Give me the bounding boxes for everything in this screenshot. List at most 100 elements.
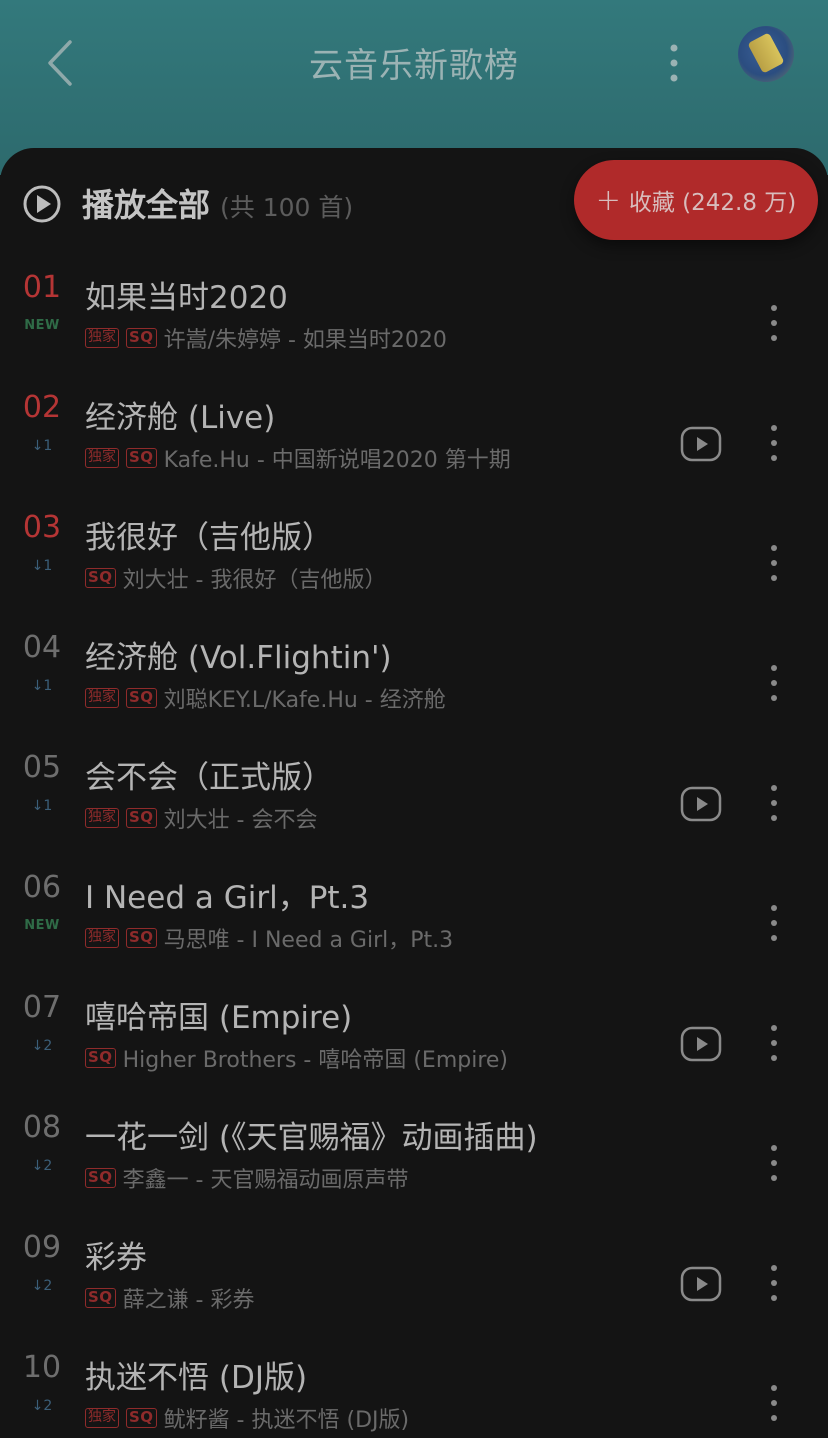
song-subtitle: 独家 SQ 马思唯 - I Need a Girl，Pt.3 [85, 922, 453, 954]
song-row[interactable]: 09 ↓2 彩券 SQ 薛之谦 - 彩券 [0, 1226, 828, 1346]
plus-icon: + [595, 182, 621, 218]
song-row[interactable]: 08 ↓2 一花一剑 (《天官赐福》动画插曲) SQ 李鑫一 - 天官赐福动画原… [0, 1106, 828, 1226]
video-play-icon[interactable] [680, 1266, 722, 1302]
song-row[interactable]: 07 ↓2 嘻哈帝国 (Empire) SQ Higher Brothers -… [0, 986, 828, 1106]
exclusive-tag: 独家 [85, 688, 119, 708]
exclusive-tag: 独家 [85, 448, 119, 468]
artist-album: 鱿籽酱 - 执迷不悟 (DJ版) [163, 1408, 410, 1433]
song-row[interactable]: 10 ↓2 执迷不悟 (DJ版) 独家 SQ 鱿籽酱 - 执迷不悟 (DJ版) [0, 1346, 828, 1438]
sq-tag: SQ [85, 1168, 116, 1188]
row-more-icon[interactable] [760, 1018, 788, 1068]
collect-label: 收藏 (242.8 万) [628, 190, 797, 216]
row-more-icon[interactable] [760, 538, 788, 588]
song-title: 我很好（吉他版） [85, 520, 333, 556]
trend-badge: ↓2 [31, 1038, 53, 1054]
song-subtitle: SQ 刘大壮 - 我很好（吉他版） [85, 562, 387, 594]
song-rank: 07 [22, 990, 62, 1025]
song-title: 一花一剑 (《天官赐福》动画插曲) [85, 1120, 538, 1156]
song-subtitle: 独家 SQ 许嵩/朱婷婷 - 如果当时2020 [85, 322, 447, 354]
song-rank: 04 [22, 630, 62, 665]
song-title: 经济舱 (Live) [85, 400, 276, 436]
song-rank: 09 [22, 1230, 62, 1265]
row-more-icon[interactable] [760, 1378, 788, 1428]
artist-album: 马思唯 - I Need a Girl，Pt.3 [163, 928, 454, 953]
trend-badge: ↓1 [31, 438, 53, 454]
trend-badge: ↓2 [31, 1398, 53, 1414]
artist-album: 刘大壮 - 会不会 [163, 808, 318, 833]
trend-badge: ↓1 [31, 678, 53, 694]
artist-album: Higher Brothers - 嘻哈帝国 (Empire) [122, 1048, 509, 1073]
row-more-icon[interactable] [760, 658, 788, 708]
sq-tag: SQ [126, 328, 157, 348]
artist-album: 许嵩/朱婷婷 - 如果当时2020 [163, 328, 447, 353]
song-title: 彩券 [85, 1240, 147, 1276]
song-title: 如果当时2020 [85, 280, 288, 316]
song-row[interactable]: 06 NEW I Need a Girl，Pt.3 独家 SQ 马思唯 - I … [0, 866, 828, 986]
song-row[interactable]: 04 ↓1 经济舱 (Vol.Flightin') 独家 SQ 刘聪KEY.L/… [0, 626, 828, 746]
artist-album: Kafe.Hu - 中国新说唱2020 第十期 [163, 448, 511, 473]
exclusive-tag: 独家 [85, 1408, 119, 1428]
song-rank: 05 [22, 750, 62, 785]
play-circle-icon[interactable] [22, 184, 62, 224]
row-more-icon[interactable] [760, 1258, 788, 1308]
song-subtitle: SQ 李鑫一 - 天官赐福动画原声带 [85, 1162, 409, 1194]
row-more-icon[interactable] [760, 778, 788, 828]
trend-badge: ↓2 [31, 1158, 53, 1174]
sq-tag: SQ [126, 808, 157, 828]
video-play-icon[interactable] [680, 786, 722, 822]
sq-tag: SQ [126, 1408, 157, 1428]
song-title: 嘻哈帝国 (Empire) [85, 1000, 353, 1036]
song-row[interactable]: 03 ↓1 我很好（吉他版） SQ 刘大壮 - 我很好（吉他版） [0, 506, 828, 626]
exclusive-tag: 独家 [85, 928, 119, 948]
song-rank: 02 [22, 390, 62, 425]
song-title: 经济舱 (Vol.Flightin') [85, 640, 392, 676]
avatar-leaf-graphic [747, 32, 785, 74]
song-row[interactable]: 05 ↓1 会不会（正式版） 独家 SQ 刘大壮 - 会不会 [0, 746, 828, 866]
song-subtitle: 独家 SQ 刘大壮 - 会不会 [85, 802, 318, 834]
collect-button[interactable]: + 收藏 (242.8 万) [574, 160, 818, 240]
song-row[interactable]: 02 ↓1 经济舱 (Live) 独家 SQ Kafe.Hu - 中国新说唱20… [0, 386, 828, 506]
song-subtitle: 独家 SQ Kafe.Hu - 中国新说唱2020 第十期 [85, 442, 511, 474]
play-all-button[interactable]: 播放全部 [82, 180, 210, 226]
row-more-icon[interactable] [760, 898, 788, 948]
song-rank: 08 [22, 1110, 62, 1145]
video-play-icon[interactable] [680, 426, 722, 462]
header-more-button[interactable] [656, 40, 692, 86]
song-rank: 01 [22, 270, 62, 305]
song-rank: 06 [22, 870, 62, 905]
row-more-icon[interactable] [760, 418, 788, 468]
sq-tag: SQ [85, 1048, 116, 1068]
song-subtitle: SQ 薛之谦 - 彩券 [85, 1282, 255, 1314]
row-more-icon[interactable] [760, 1138, 788, 1188]
song-title: I Need a Girl，Pt.3 [85, 880, 370, 916]
artist-album: 刘大壮 - 我很好（吉他版） [122, 568, 387, 593]
user-avatar[interactable] [738, 26, 794, 82]
song-subtitle: 独家 SQ 鱿籽酱 - 执迷不悟 (DJ版) [85, 1402, 409, 1434]
row-more-icon[interactable] [760, 298, 788, 348]
sq-tag: SQ [85, 1288, 116, 1308]
trend-badge: NEW [24, 918, 60, 933]
trend-badge: ↓1 [31, 558, 53, 574]
exclusive-tag: 独家 [85, 328, 119, 348]
trend-badge: ↓2 [31, 1278, 53, 1294]
song-subtitle: 独家 SQ 刘聪KEY.L/Kafe.Hu - 经济舱 [85, 682, 446, 714]
artist-album: 薛之谦 - 彩券 [122, 1288, 255, 1313]
song-panel: 播放全部 (共 100 首) + 收藏 (242.8 万) 01 NEW 如果当… [0, 148, 828, 1438]
video-play-icon[interactable] [680, 1026, 722, 1062]
trend-badge: ↓1 [31, 798, 53, 814]
song-rank: 03 [22, 510, 62, 545]
artist-album: 刘聪KEY.L/Kafe.Hu - 经济舱 [163, 688, 446, 713]
sq-tag: SQ [126, 688, 157, 708]
artist-album: 李鑫一 - 天官赐福动画原声带 [122, 1168, 409, 1193]
song-row[interactable]: 01 NEW 如果当时2020 独家 SQ 许嵩/朱婷婷 - 如果当时2020 [0, 266, 828, 386]
song-title: 会不会（正式版） [85, 760, 333, 796]
song-list: 01 NEW 如果当时2020 独家 SQ 许嵩/朱婷婷 - 如果当时2020 … [0, 266, 828, 1438]
song-title: 执迷不悟 (DJ版) [85, 1360, 308, 1396]
page-title: 云音乐新歌榜 [309, 46, 519, 86]
vertical-dots-icon [670, 44, 678, 82]
trend-badge: NEW [24, 318, 60, 333]
song-rank: 10 [22, 1350, 62, 1385]
play-all-row: 播放全部 (共 100 首) + 收藏 (242.8 万) [0, 148, 828, 252]
exclusive-tag: 独家 [85, 808, 119, 828]
song-subtitle: SQ Higher Brothers - 嘻哈帝国 (Empire) [85, 1042, 508, 1074]
